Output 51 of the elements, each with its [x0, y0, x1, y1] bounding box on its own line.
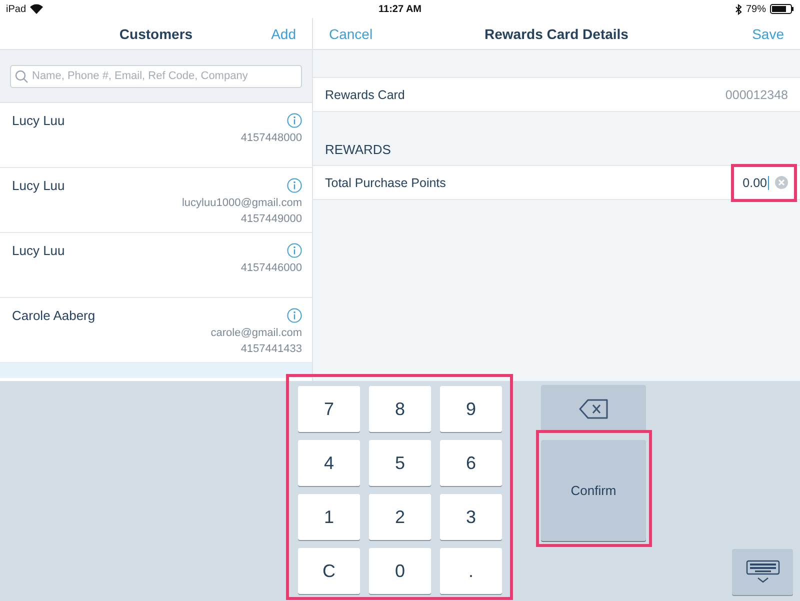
customer-contact: 4157441433: [240, 342, 302, 356]
customer-row[interactable]: Lucy Luu lucyluu1000@gmail.com 4157449000: [0, 168, 312, 233]
section-header: REWARDS: [325, 142, 391, 157]
customer-contact: 4157449000: [240, 212, 302, 226]
keypad-key[interactable]: 6: [440, 440, 502, 486]
points-input[interactable]: 0.00: [742, 176, 769, 190]
clock: 11:27 AM: [378, 4, 422, 14]
search-field[interactable]: Name, Phone #, Email, Ref Code, Company: [10, 64, 302, 88]
hide-keyboard-button[interactable]: [732, 549, 793, 595]
customer-contact: 4157448000: [240, 131, 302, 145]
keypad-key[interactable]: 2: [369, 494, 431, 540]
search-icon: [15, 70, 28, 82]
highlight-frame: [730, 164, 797, 202]
screen-title: Rewards Card Details: [484, 26, 628, 42]
field-label: Total Purchase Points: [325, 176, 446, 190]
keypad-key[interactable]: 4: [298, 440, 360, 486]
info-icon[interactable]: [287, 113, 302, 128]
keypad-key[interactable]: 5: [369, 440, 431, 486]
customer-name: Lucy Luu: [12, 178, 65, 195]
backspace-button[interactable]: [541, 385, 646, 433]
customer-name: Lucy Luu: [12, 113, 65, 130]
carrier-label: iPad: [6, 4, 26, 14]
wifi-icon: [30, 4, 44, 14]
customer-name: Lucy Luu: [12, 243, 65, 260]
keypad-key[interactable]: .: [440, 548, 502, 594]
keypad-key[interactable]: 9: [440, 386, 502, 432]
customer-contact: 4157446000: [240, 261, 302, 275]
backspace-icon: [578, 399, 608, 419]
keypad-key[interactable]: 3: [440, 494, 502, 540]
customer-row[interactable]: Lucy Luu 4157446000: [0, 233, 312, 298]
keypad-key[interactable]: 0: [369, 548, 431, 594]
field-label: Rewards Card: [325, 88, 405, 102]
battery-icon: [770, 4, 794, 14]
keypad-key[interactable]: 7: [298, 386, 360, 432]
panel-title: Customers: [119, 26, 193, 42]
customer-row[interactable]: Lucy Luu 4157448000: [0, 103, 312, 168]
customer-name: Carole Aaberg: [12, 308, 96, 325]
info-icon[interactable]: [287, 243, 302, 258]
confirm-button[interactable]: Confirm: [541, 440, 646, 541]
battery-percentage: 79%: [746, 4, 766, 14]
customer-contact: carole@gmail.com: [210, 326, 302, 340]
keypad-key[interactable]: C: [298, 548, 360, 594]
keyboard-icon: [746, 560, 780, 584]
card-number: 000012348: [725, 88, 788, 102]
info-icon[interactable]: [287, 308, 302, 323]
info-icon[interactable]: [287, 178, 302, 193]
keypad-key[interactable]: 1: [298, 494, 360, 540]
keypad-key[interactable]: 8: [369, 386, 431, 432]
customer-contact: lucyluu1000@gmail.com: [182, 196, 302, 210]
bluetooth-icon: [734, 4, 742, 14]
clear-icon[interactable]: [775, 176, 788, 189]
